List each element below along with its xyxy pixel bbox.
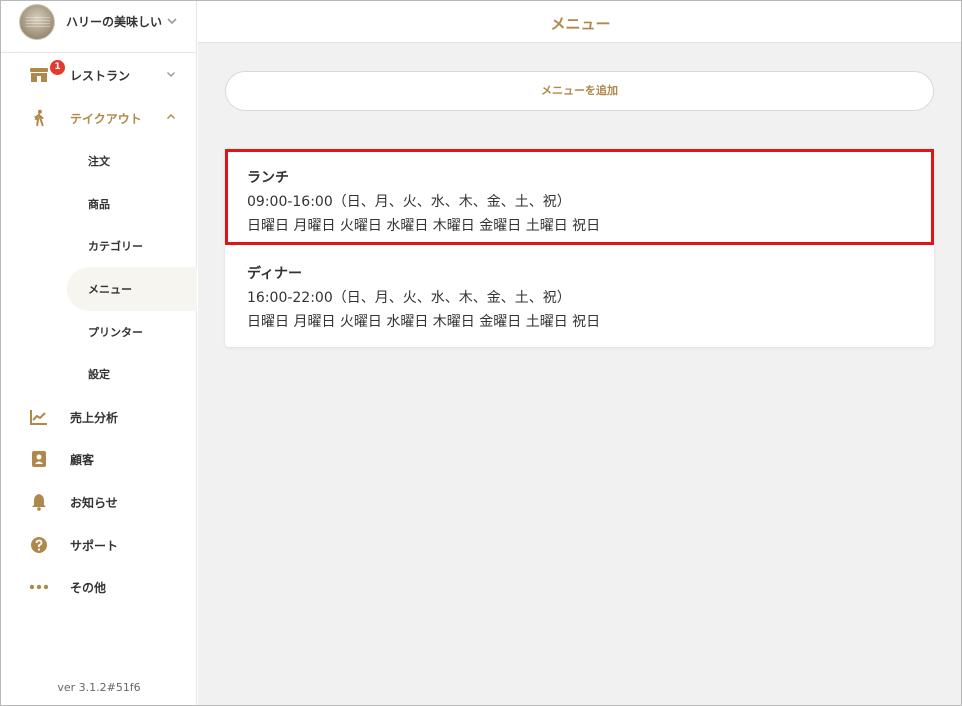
page-header: メニュー bbox=[198, 1, 961, 43]
chevron-up-icon bbox=[167, 114, 175, 119]
menu-name: ランチ bbox=[247, 170, 289, 186]
app-version: ver 3.1.2#51f6 bbox=[57, 681, 141, 694]
menu-days: 日曜日 月曜日 火曜日 水曜日 木曜日 金曜日 土曜日 祝日 bbox=[247, 314, 601, 330]
sidebar-item-notifications[interactable]: お知らせ bbox=[1, 482, 197, 522]
sidebar-subitem-label: 設定 bbox=[88, 368, 110, 381]
menu-hours: 09:00-16:00（日、月、火、水、木、金、土、祝） bbox=[247, 194, 571, 210]
menu-name: ディナー bbox=[247, 266, 303, 282]
menu-item-dinner[interactable]: ディナー 16:00-22:00（日、月、火、水、木、金、土、祝） 日曜日 月曜… bbox=[225, 245, 934, 341]
sidebar-subitem-label: カテゴリー bbox=[88, 240, 143, 253]
page-title: メニュー bbox=[550, 15, 611, 33]
chevron-down-icon bbox=[167, 18, 177, 25]
bell-icon bbox=[32, 494, 46, 511]
sidebar-subitem-label: メニュー bbox=[88, 283, 132, 296]
store-icon bbox=[30, 68, 48, 82]
sidebar-subitem-label: 商品 bbox=[88, 198, 110, 211]
menu-days: 日曜日 月曜日 火曜日 水曜日 木曜日 金曜日 土曜日 祝日 bbox=[247, 218, 601, 234]
sidebar-subitem-label: プリンター bbox=[88, 326, 143, 339]
sidebar-item-support[interactable]: サポート bbox=[1, 525, 197, 565]
sidebar-subitem-categories[interactable]: カテゴリー bbox=[67, 224, 197, 268]
sidebar-subitem-products[interactable]: 商品 bbox=[67, 182, 197, 226]
sidebar-item-label: 顧客 bbox=[70, 453, 95, 467]
more-icon bbox=[29, 584, 49, 590]
sidebar-item-label: 売上分析 bbox=[70, 411, 119, 425]
notification-badge: 1 bbox=[50, 60, 65, 75]
sidebar-subitem-label: 注文 bbox=[88, 155, 110, 168]
sidebar-item-label: サポート bbox=[70, 539, 119, 553]
sidebar-item-customers[interactable]: 顧客 bbox=[1, 439, 197, 479]
walking-person-icon bbox=[34, 109, 44, 127]
sidebar-item-restaurant[interactable]: レストラン bbox=[1, 55, 197, 95]
sidebar-subitem-settings[interactable]: 設定 bbox=[67, 352, 197, 396]
sidebar-subitem-printer[interactable]: プリンター bbox=[67, 310, 197, 354]
menu-item-lunch[interactable]: ランチ 09:00-16:00（日、月、火、水、木、金、土、祝） 日曜日 月曜日… bbox=[225, 149, 934, 245]
help-icon bbox=[31, 537, 47, 553]
address-book-icon bbox=[32, 451, 46, 467]
account-name: ハリーの美味しい… bbox=[66, 15, 162, 29]
add-menu-button[interactable]: メニューを追加 bbox=[225, 71, 934, 111]
sidebar-item-label: テイクアウト bbox=[70, 112, 142, 126]
avatar bbox=[19, 4, 55, 40]
sidebar-item-label: レストラン bbox=[70, 69, 131, 83]
main-content: メニュー メニューを追加 ランチ 09:00-16:00（日、月、火、水、木、金… bbox=[198, 1, 961, 705]
menu-list: ランチ 09:00-16:00（日、月、火、水、木、金、土、祝） 日曜日 月曜日… bbox=[225, 149, 934, 347]
sidebar-item-label: お知らせ bbox=[70, 496, 118, 510]
sidebar-item-takeout[interactable]: テイクアウト bbox=[1, 98, 197, 138]
sidebar-subitem-menu[interactable]: メニュー bbox=[67, 267, 197, 311]
account-switcher[interactable]: ハリーの美味しい… bbox=[1, 1, 197, 53]
app-window: ハリーの美味しい… レストラン 1 テイクアウト bbox=[0, 0, 962, 706]
chart-icon bbox=[30, 410, 47, 425]
sidebar: ハリーの美味しい… レストラン 1 テイクアウト bbox=[1, 1, 197, 705]
sidebar-item-label: その他 bbox=[70, 581, 107, 595]
sidebar-subitem-orders[interactable]: 注文 bbox=[67, 139, 197, 183]
chevron-down-icon bbox=[167, 72, 175, 77]
sidebar-item-other[interactable]: その他 bbox=[1, 567, 197, 607]
menu-hours: 16:00-22:00（日、月、火、水、木、金、土、祝） bbox=[247, 290, 571, 306]
sidebar-item-sales-analysis[interactable]: 売上分析 bbox=[1, 397, 197, 437]
